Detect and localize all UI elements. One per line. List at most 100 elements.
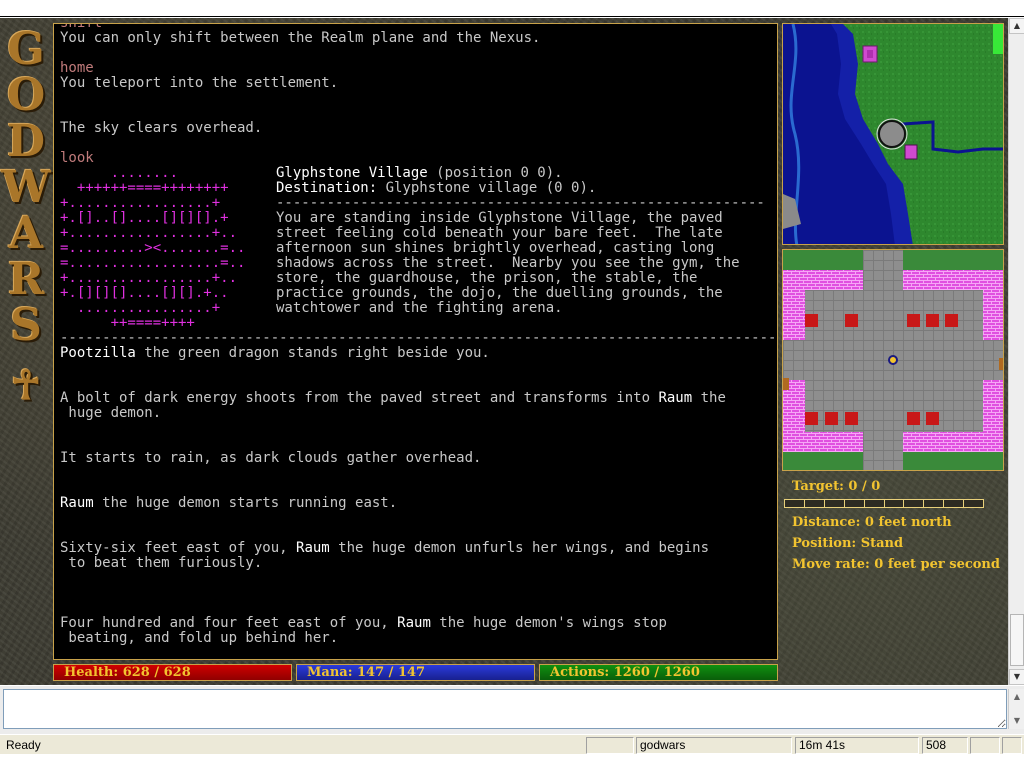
output-line: You can only shift between the Realm pla… xyxy=(60,30,541,46)
room-description-line: afternoon sun shines brightly overhead, … xyxy=(276,240,715,256)
logo-letter: D xyxy=(6,116,46,167)
room-description-line: practice grounds, the dojo, the duelling… xyxy=(276,285,723,301)
output-text: Sixty-six feet east of you, xyxy=(60,540,297,556)
output-text: the huge demon unfurls her wings, and be… xyxy=(329,540,710,556)
output-text: beating, and fold up behind her. xyxy=(60,630,339,646)
position-label: Position: Stand xyxy=(792,536,904,551)
status-ready: Ready xyxy=(6,738,41,752)
ascii-map-row: +.[]..[]....[][][].+ xyxy=(60,210,229,226)
room-info: Glyphstone Village (position 0 0). Desti… xyxy=(276,166,776,316)
room-description: You are standing inside Glyphstone Villa… xyxy=(276,211,776,316)
room-description-line: You are standing inside Glyphstone Villa… xyxy=(276,210,723,226)
ascii-map-row: +.................+.. xyxy=(60,270,238,286)
destination-value: Glyphstone village (0 0). xyxy=(385,180,597,196)
actions-bar: Actions: 1260 / 1260 xyxy=(539,664,778,681)
output-scrollbar[interactable]: ▲ ▼ xyxy=(1008,18,1024,685)
input-scrollbar[interactable]: ▲ ▼ xyxy=(1008,689,1024,729)
mana-bar: Mana: 147 / 147 xyxy=(296,664,535,681)
window-top-strip xyxy=(0,0,1024,17)
status-world: godwars xyxy=(636,737,792,754)
bottom-strip xyxy=(0,754,1024,768)
logo-letter: A xyxy=(8,208,44,259)
room-description-line: watchtower and the fighting arena. xyxy=(276,300,563,316)
output-line: It starts to rain, as dark clouds gather… xyxy=(60,451,777,466)
command-input-area: ▲ ▼ xyxy=(0,686,1024,734)
output-post-lines: Pootzilla the green dragon stands right … xyxy=(60,346,777,646)
logo-letter: G xyxy=(7,24,45,75)
output-text: the huge demon's wings stop xyxy=(430,615,667,631)
status-time: 16m 41s xyxy=(795,737,919,754)
scroll-up-arrow-icon[interactable]: ▲ xyxy=(1009,18,1024,34)
output-line: You teleport into the settlement. xyxy=(60,75,339,91)
room-position: (position 0 0). xyxy=(436,165,563,181)
command-echo: look xyxy=(60,150,94,166)
character-name: Pootzilla xyxy=(60,345,136,361)
character-name: Raum xyxy=(60,495,94,511)
logo-letter: R xyxy=(7,254,45,305)
ascii-map-row: ........ xyxy=(60,165,179,181)
room-minimap[interactable] xyxy=(782,249,1004,471)
ascii-area-map: ........ ++++++====++++++++ +............… xyxy=(60,166,270,331)
room-description-line: shadows across the street. Nearby you se… xyxy=(276,255,740,271)
output-text: the xyxy=(692,390,726,406)
output-text: Four hundred and four feet east of you, xyxy=(60,615,398,631)
output-line: huge demon. xyxy=(60,406,777,421)
health-bar: Health: 628 / 628 xyxy=(53,664,292,681)
status-count: 508 xyxy=(922,737,968,754)
output-line: to beat them furiously. xyxy=(60,556,777,571)
input-scroll-down-icon[interactable]: ▼ xyxy=(1009,713,1024,729)
output-line: A bolt of dark energy shoots from the pa… xyxy=(60,391,777,406)
godwars-logo: G O D W A R S ☥ xyxy=(1,24,51,418)
ankh-emblem-icon: ☥ xyxy=(11,362,41,409)
distance-label: Distance: 0 feet north xyxy=(792,515,952,530)
input-scroll-up-icon[interactable]: ▲ xyxy=(1009,689,1024,705)
output-text: huge demon. xyxy=(60,405,162,421)
status-cell-b xyxy=(1002,737,1022,754)
room-minimap-graphic xyxy=(783,250,1003,470)
character-name: Raum xyxy=(397,615,431,631)
ascii-map-row: =.........><.......=.. xyxy=(60,240,246,256)
output-line: The sky clears overhead. xyxy=(60,120,263,136)
status-cell-a xyxy=(970,737,1000,754)
logo-letter: W xyxy=(1,162,51,213)
logo-letter: O xyxy=(6,70,46,121)
game-output-pane: shift You can only shift between the Real… xyxy=(53,23,778,660)
scroll-thumb[interactable] xyxy=(1010,614,1024,666)
room-description-line: store, the guardhouse, the prison, the s… xyxy=(276,270,698,286)
character-name: Raum xyxy=(296,540,330,556)
room-divider: ----------------------------------------… xyxy=(276,195,765,211)
ascii-map-row: +.................+ xyxy=(60,195,221,211)
room-section: ........ ++++++====++++++++ +............… xyxy=(60,166,777,346)
move-rate-label: Move rate: 0 feet per second xyxy=(792,557,1000,572)
ascii-map-row: =..................=.. xyxy=(60,255,246,271)
output-text: the huge demon starts running east. xyxy=(93,495,398,511)
world-minimap[interactable] xyxy=(782,23,1004,245)
output-line: Sixty-six feet east of you, Raum the hug… xyxy=(60,541,777,556)
output-line: Pootzilla the green dragon stands right … xyxy=(60,346,777,361)
game-client: G O D W A R S ☥ shift You can only shift between… xyxy=(0,18,1008,685)
scroll-down-arrow-icon[interactable]: ▼ xyxy=(1009,669,1024,685)
ascii-map-row: ++====++++ xyxy=(60,315,195,331)
output-text: A bolt of dark energy shoots from the pa… xyxy=(60,390,659,406)
target-info-panel: Target: 0 / 0 Distance: 0 feet north Pos… xyxy=(784,476,1006,575)
command-input[interactable] xyxy=(3,689,1007,729)
ascii-map-row: ++++++====++++++++ xyxy=(60,180,229,196)
character-name: Raum xyxy=(658,390,693,406)
status-bar: Ready godwars 16m 41s 508 xyxy=(0,734,1024,754)
output-line: Raum the huge demon starts running east. xyxy=(60,496,777,511)
output-pre-lines: shift You can only shift between the Real… xyxy=(60,24,777,166)
output-text: It starts to rain, as dark clouds gather… xyxy=(60,450,482,466)
